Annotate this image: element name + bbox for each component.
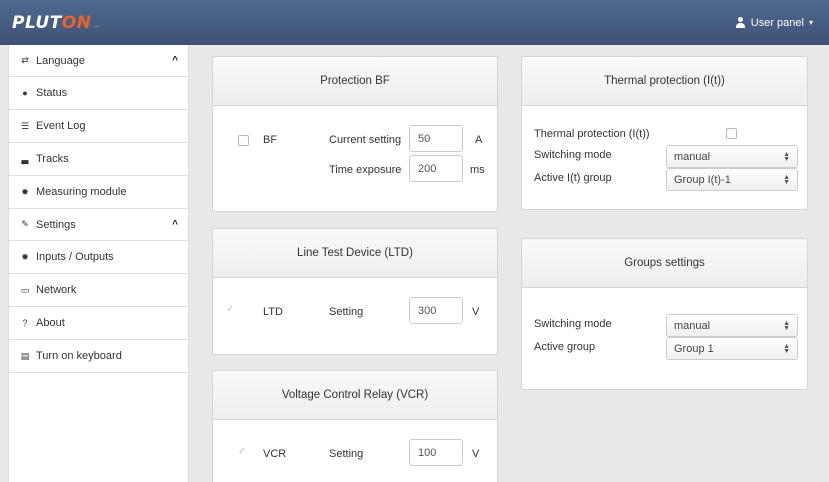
select-arrows-icon: ▲ ▼: [783, 319, 790, 332]
sidebar-item-content: ✹ Inputs / Outputs: [19, 251, 114, 263]
sidebar-item-content: ▤ Turn on keyboard: [19, 350, 122, 362]
sidebar-item-content: ☰ Event Log: [19, 120, 86, 132]
sidebar-item-content: ? About: [19, 317, 65, 329]
sidebar-item-tracks[interactable]: ▃ Tracks: [9, 143, 188, 176]
sidebar-item-label: Event Log: [36, 120, 86, 132]
sidebar-item-label: Language: [36, 54, 85, 67]
current-setting-label: Current setting: [329, 134, 402, 146]
sidebar-item-label: Tracks: [36, 153, 69, 165]
select-value: manual: [674, 319, 711, 332]
chart-icon: ▃: [21, 153, 29, 164]
user-panel-dropdown[interactable]: User panel ▾: [735, 17, 813, 29]
thermal-group-label: Active I(t) group: [534, 172, 612, 184]
thermal-switching-select[interactable]: manual ▲ ▼: [666, 145, 798, 168]
sidebar-item-content: ▃ Tracks: [19, 153, 69, 165]
sidebar-item-inputs-outputs[interactable]: ✹ Inputs / Outputs: [9, 241, 188, 274]
sidebar-item-label: Turn on keyboard: [36, 350, 122, 362]
sidebar-item-content: ✎ Settings: [19, 219, 76, 231]
keyboard-icon: ▤: [20, 350, 30, 361]
ltd-checkbox[interactable]: [225, 304, 236, 318]
groups-active-select[interactable]: Group 1 ▲ ▼: [666, 337, 798, 360]
ltd-label: LTD: [263, 306, 283, 318]
sidebar-item-about[interactable]: ? About: [9, 307, 188, 340]
groups-switching-label: Switching mode: [534, 318, 612, 330]
groups-switching-select[interactable]: manual ▲ ▼: [666, 314, 798, 337]
sidebar-item-label: Status: [36, 87, 68, 99]
vcr-setting-label: Setting: [329, 448, 364, 460]
ltd-setting-label: Setting: [329, 306, 364, 318]
sidebar-item-settings[interactable]: ✎ Settings ^: [9, 209, 188, 241]
ltd-unit: V: [472, 306, 480, 318]
select-arrows-icon: ▲ ▼: [783, 342, 790, 355]
panel-title: Voltage Control Relay (VCR): [213, 371, 497, 420]
logo-accent-text: ON: [61, 12, 92, 33]
vcr-panel: Voltage Control Relay (VCR) VCR Setting …: [212, 370, 498, 482]
thermal-enable-label: Thermal protection (I(t)): [534, 128, 650, 140]
thermal-protection-panel: Thermal protection (I(t)) Thermal protec…: [521, 56, 808, 210]
language-icon: ⇄: [21, 55, 29, 65]
sidebar-item-content: ✹ Measuring module: [19, 186, 127, 198]
groups-active-label: Active group: [534, 341, 596, 353]
select-value: manual: [674, 150, 711, 163]
panel-title: Protection BF: [213, 57, 497, 106]
user-panel-label: User panel: [750, 16, 804, 29]
select-arrows-icon: ▲ ▼: [783, 173, 790, 186]
pluton-logo[interactable]: PLUT ON —: [12, 13, 99, 33]
groups-settings-panel: Groups settings Switching mode manual ▲ ▼…: [521, 238, 808, 390]
sidebar-nav: ⇄ Language ^ ● Status ☰ Event Log ▃ Tracks ✹ Measu…: [8, 45, 189, 482]
time-exposure-input[interactable]: 200: [409, 155, 463, 182]
sidebar-item-content: ● Status: [19, 87, 67, 99]
time-exposure-label: Time exposure: [329, 164, 402, 176]
gear-icon: ✹: [21, 251, 29, 262]
question-icon: ?: [22, 318, 28, 328]
speech-bubble-icon: ●: [22, 88, 28, 98]
logo-tagline: —: [94, 23, 100, 30]
thermal-enable-checkbox[interactable]: [726, 128, 737, 139]
vcr-checkbox[interactable]: [237, 446, 248, 460]
sidebar-item-turn-on-keyboard[interactable]: ▤ Turn on keyboard: [9, 340, 188, 373]
gear-icon: ✹: [21, 186, 29, 197]
caret-down-icon: ▾: [808, 18, 813, 27]
ltd-panel: Line Test Device (LTD) LTD Setting 300 V: [212, 228, 498, 355]
laptop-icon: ▭: [20, 284, 30, 295]
sidebar-item-label: Measuring module: [36, 186, 127, 198]
sidebar-item-measuring-module[interactable]: ✹ Measuring module: [9, 176, 188, 209]
time-unit: ms: [470, 164, 485, 176]
bf-label: BF: [263, 134, 278, 146]
sidebar-item-label: About: [36, 317, 65, 329]
sidebar-item-language[interactable]: ⇄ Language ^: [9, 45, 188, 77]
ltd-setting-input[interactable]: 300: [409, 297, 463, 324]
panel-title: Groups settings: [522, 239, 807, 288]
vcr-setting-input[interactable]: 100: [409, 439, 463, 466]
vcr-unit: V: [472, 448, 480, 460]
chevron-up-icon[interactable]: ^: [172, 219, 178, 230]
chevron-up-icon[interactable]: ^: [172, 55, 178, 66]
top-bar: PLUT ON — User panel ▾: [0, 0, 829, 45]
logo-text: PLUT: [12, 12, 62, 33]
wrench-icon: ✎: [21, 219, 29, 229]
panel-title: Thermal protection (I(t)): [522, 57, 807, 106]
user-icon: [735, 17, 746, 28]
thermal-switching-label: Switching mode: [534, 149, 612, 161]
list-icon: ☰: [20, 120, 30, 131]
sidebar-item-event-log[interactable]: ☰ Event Log: [9, 110, 188, 143]
sidebar-item-label: Network: [36, 284, 77, 296]
current-unit: A: [475, 134, 483, 146]
protection-bf-panel: Protection BF BF Current setting 50 A Ti…: [212, 56, 498, 212]
select-value: Group I(t)-1: [674, 173, 731, 186]
sidebar-item-label: Settings: [36, 218, 76, 231]
panel-title: Line Test Device (LTD): [213, 229, 497, 278]
thermal-group-select[interactable]: Group I(t)-1 ▲ ▼: [666, 168, 798, 191]
current-setting-input[interactable]: 50: [409, 125, 463, 152]
sidebar-item-content: ▭ Network: [19, 284, 77, 296]
vcr-label: VCR: [263, 448, 287, 460]
sidebar-item-content: ⇄ Language: [19, 55, 85, 67]
bf-checkbox[interactable]: [238, 135, 249, 146]
sidebar-item-network[interactable]: ▭ Network: [9, 274, 188, 307]
select-value: Group 1: [674, 342, 714, 355]
select-arrows-icon: ▲ ▼: [783, 150, 790, 163]
sidebar-item-label: Inputs / Outputs: [36, 251, 114, 263]
sidebar-item-status[interactable]: ● Status: [9, 77, 188, 110]
